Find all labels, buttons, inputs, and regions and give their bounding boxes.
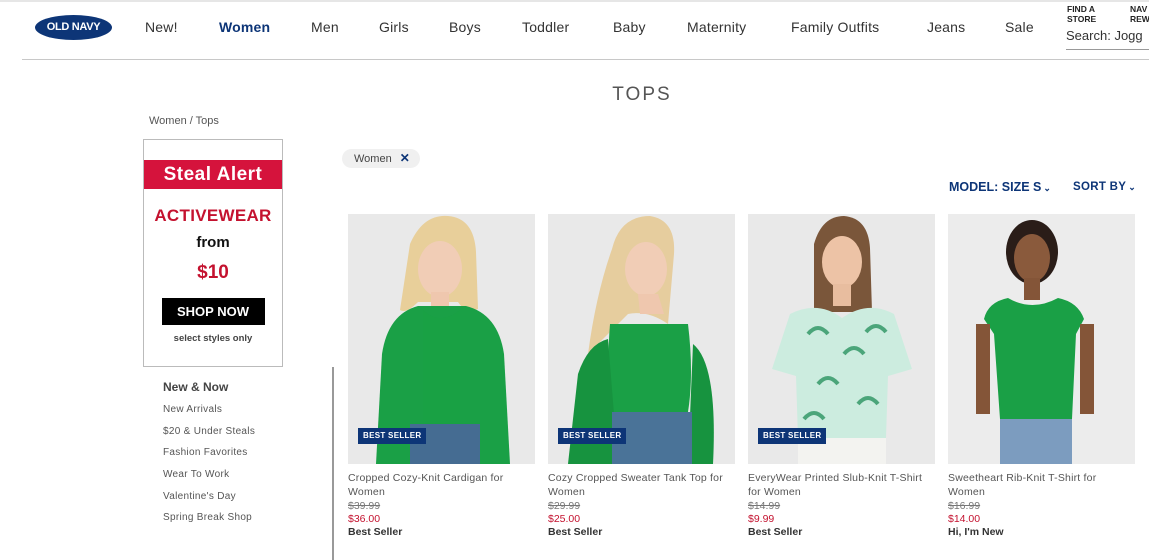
product-sale-price: $14.00 — [948, 513, 981, 525]
product-name[interactable]: Sweetheart Rib-Knit T-Shirt for Women — [948, 471, 1135, 499]
promo-note: select styles only — [173, 333, 253, 344]
product-tag: Best Seller — [548, 526, 603, 538]
product-image[interactable] — [948, 214, 1135, 464]
best-seller-badge: BEST SELLER — [558, 428, 627, 444]
nav-men[interactable]: Men — [311, 19, 339, 35]
sidebar-scrollbar[interactable] — [332, 367, 334, 560]
nav-new[interactable]: New! — [145, 19, 178, 35]
search-label: Search: — [1066, 28, 1111, 43]
close-icon[interactable]: ✕ — [400, 151, 410, 165]
sidebar-heading: New & Now — [163, 380, 229, 394]
old-navy-logo[interactable]: OLD NAVY — [35, 15, 112, 40]
search-value: Jogg — [1114, 28, 1143, 43]
model-size-dropdown[interactable]: MODEL: SIZE S ⌄ — [949, 180, 1051, 194]
product-tag: Hi, I'm New — [948, 526, 1004, 538]
model-size-value: SIZE S — [1001, 180, 1042, 194]
product-card[interactable]: BEST SELLER EveryWear Printed Slub-Knit … — [748, 214, 935, 538]
product-image[interactable]: BEST SELLER — [348, 214, 535, 464]
sidebar-item-fashion-favorites[interactable]: Fashion Favorites — [163, 447, 255, 469]
product-sale-price: $9.99 — [748, 513, 775, 525]
nav-baby[interactable]: Baby — [613, 19, 646, 35]
site-header: OLD NAVY New! Women Men Girls Boys Toddl… — [0, 0, 1149, 60]
promo-from: from — [196, 234, 230, 251]
sort-by-label: SORT BY — [1073, 181, 1127, 193]
model-green-tee-image — [948, 214, 1135, 464]
find-a-store-link[interactable]: FIND A STORE — [1067, 4, 1096, 24]
sidebar-item-new-arrivals[interactable]: New Arrivals — [163, 404, 255, 426]
product-image[interactable]: BEST SELLER — [548, 214, 735, 464]
model-size-label: MODEL: — [949, 180, 999, 194]
page-title: TOPS — [612, 84, 672, 105]
model-green-cardigan-image — [348, 214, 535, 464]
model-palm-print-tee-image — [748, 214, 935, 464]
product-original-price: $29.99 — [548, 500, 581, 512]
product-original-price: $16.99 — [948, 500, 981, 512]
sort-by-dropdown[interactable]: SORT BY ⌄ — [1073, 181, 1136, 193]
chevron-down-icon: ⌄ — [1043, 183, 1051, 193]
product-card[interactable]: BEST SELLER Cropped Cozy-Knit Cardigan f… — [348, 214, 535, 538]
breadcrumb[interactable]: Women / Tops — [149, 115, 219, 127]
product-name[interactable]: EveryWear Printed Slub-Knit T-Shirt for … — [748, 471, 935, 499]
sidebar-item-valentines-day[interactable]: Valentine's Day — [163, 491, 255, 513]
header-divider — [22, 59, 1149, 60]
product-sale-price: $25.00 — [548, 513, 581, 525]
sidebar-item-wear-to-work[interactable]: Wear To Work — [163, 469, 255, 491]
product-original-price: $14.99 — [748, 500, 781, 512]
filter-chip-women[interactable]: Women ✕ — [342, 149, 420, 168]
product-tag: Best Seller — [348, 526, 403, 538]
nav-toddler[interactable]: Toddler — [522, 19, 569, 35]
promo-banner: Steal Alert — [144, 160, 282, 189]
shop-now-button[interactable]: SHOP NOW — [161, 298, 265, 325]
promo-category: ACTIVEWEAR — [154, 206, 272, 225]
navyist-rewards-link[interactable]: NAV REW — [1130, 4, 1149, 24]
nav-boys[interactable]: Boys — [449, 19, 481, 35]
model-green-tank-image — [548, 214, 735, 464]
product-name[interactable]: Cropped Cozy-Knit Cardigan for Women — [348, 471, 535, 499]
nav-maternity[interactable]: Maternity — [687, 19, 746, 35]
sidebar-item-under-20-steals[interactable]: $20 & Under Steals — [163, 426, 255, 448]
product-tag: Best Seller — [748, 526, 803, 538]
best-seller-badge: BEST SELLER — [358, 428, 427, 444]
sidebar-item-spring-break-shop[interactable]: Spring Break Shop — [163, 512, 255, 534]
nav-jeans[interactable]: Jeans — [927, 19, 965, 35]
product-card[interactable]: Sweetheart Rib-Knit T-Shirt for Women $1… — [948, 214, 1135, 538]
nav-sale[interactable]: Sale — [1005, 19, 1034, 35]
nav-family-outfits[interactable]: Family Outfits — [791, 19, 879, 35]
product-image[interactable]: BEST SELLER — [748, 214, 935, 464]
nav-girls[interactable]: Girls — [379, 19, 409, 35]
promo-price: $10 — [197, 262, 229, 283]
best-seller-badge: BEST SELLER — [758, 428, 827, 444]
product-name[interactable]: Cozy Cropped Sweater Tank Top for Women — [548, 471, 735, 499]
steal-alert-promo[interactable]: Steal Alert ACTIVEWEAR from $10 SHOP NOW… — [143, 139, 283, 367]
sidebar-list: New Arrivals $20 & Under Steals Fashion … — [163, 404, 255, 534]
product-original-price: $39.99 — [348, 500, 381, 512]
product-sale-price: $36.00 — [348, 513, 381, 525]
product-card[interactable]: BEST SELLER Cozy Cropped Sweater Tank To… — [548, 214, 735, 538]
nav-women[interactable]: Women — [219, 19, 270, 35]
chevron-down-icon: ⌄ — [1128, 182, 1137, 192]
filter-chip-label: Women — [354, 153, 392, 165]
search-input[interactable]: Search: Jogg — [1066, 28, 1149, 50]
